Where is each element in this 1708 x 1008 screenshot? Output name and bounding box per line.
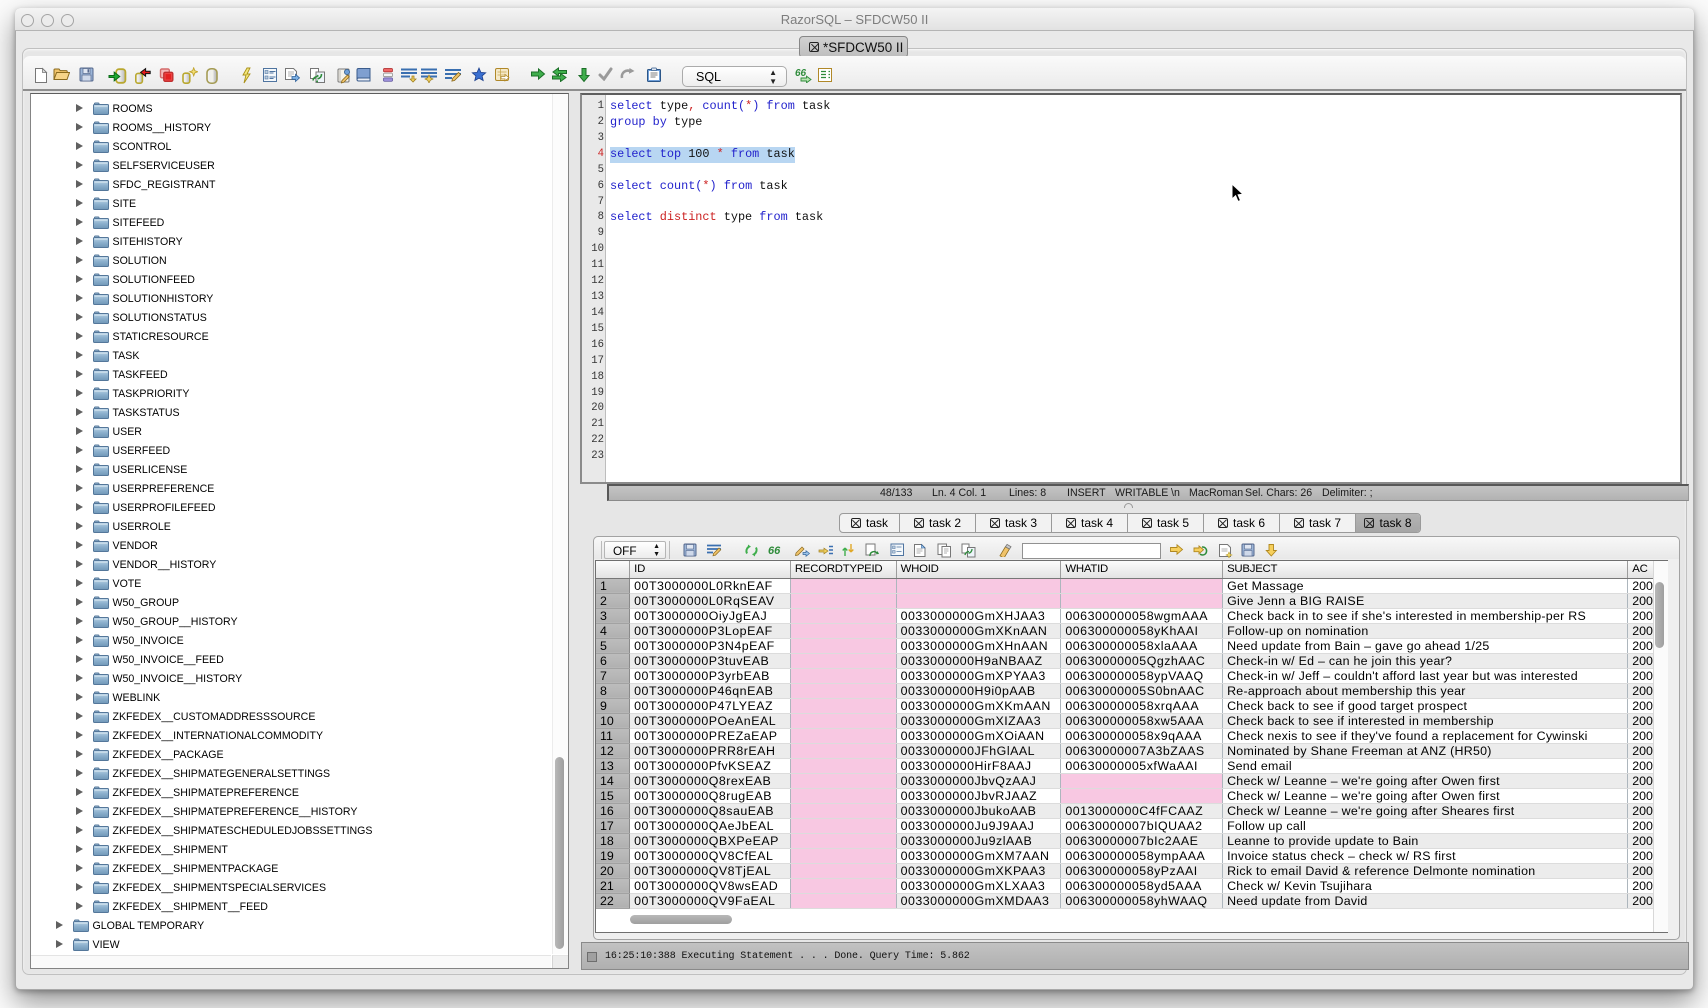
svg-text:66: 66: [768, 545, 781, 556]
svg-text:66: 66: [795, 68, 807, 79]
